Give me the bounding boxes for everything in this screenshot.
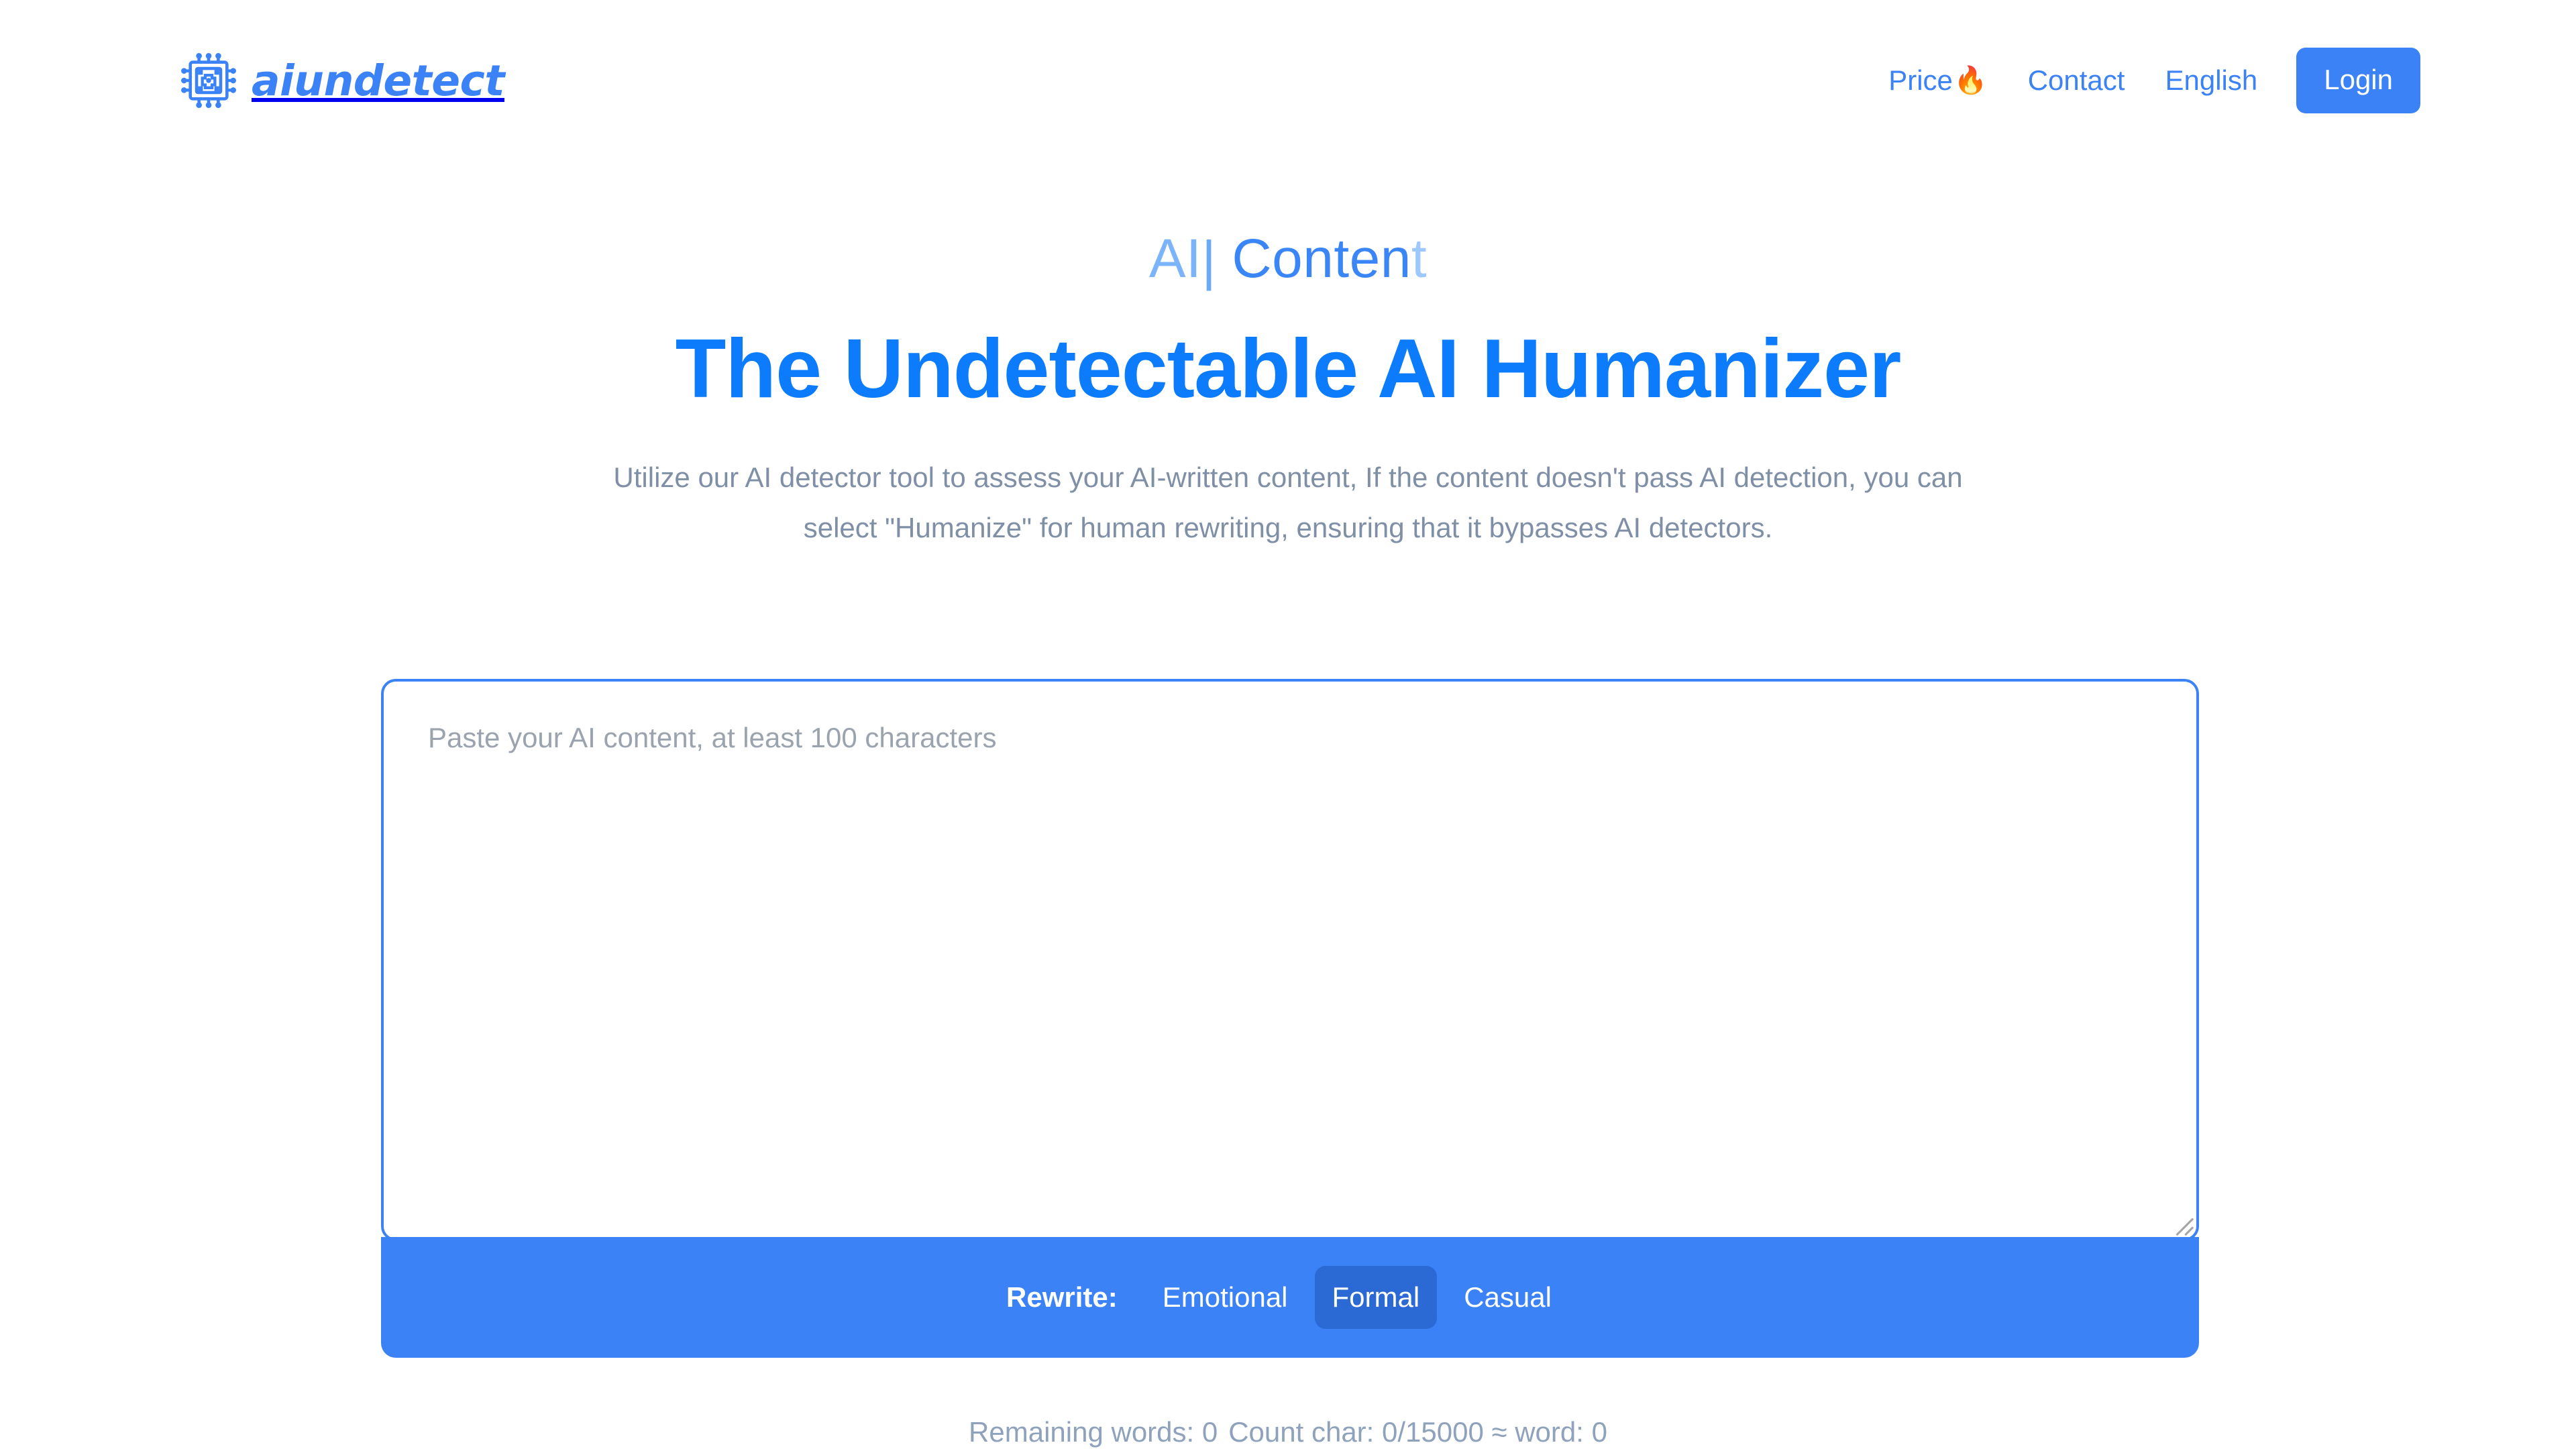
brand-logo[interactable]: aiundetect xyxy=(178,47,504,114)
main-nav: Price 🔥 Contact English Login xyxy=(1888,48,2420,113)
hero-subtitle-line1: Utilize our AI detector tool to assess y… xyxy=(613,461,1726,493)
hero-subtitle: Utilize our AI detector tool to assess y… xyxy=(574,453,2002,553)
remaining-words-text: Remaining words: 0 xyxy=(969,1416,1218,1448)
site-header: aiundetect Price 🔥 Contact English Login xyxy=(0,0,2576,161)
brand-name: aiundetect xyxy=(252,56,504,105)
page-title: The Undetectable AI Humanizer xyxy=(675,323,1902,415)
login-button[interactable]: Login xyxy=(2296,48,2420,113)
tone-button-casual[interactable]: Casual xyxy=(1446,1266,1569,1329)
rewrite-label: Rewrite: xyxy=(1006,1281,1118,1313)
resize-handle-icon[interactable] xyxy=(2171,1214,2194,1236)
typing-caret: | xyxy=(1201,230,1217,291)
page-root: aiundetect Price 🔥 Contact English Login… xyxy=(0,0,2576,1449)
typing-part-c: t xyxy=(1411,228,1428,289)
tone-button-formal[interactable]: Formal xyxy=(1314,1266,1438,1329)
nav-item-price[interactable]: Price 🔥 xyxy=(1888,56,1988,105)
typing-part-a: AI xyxy=(1148,228,1202,289)
typing-headline: AI| Content xyxy=(0,228,2576,299)
nav-item-contact[interactable]: Contact xyxy=(2028,56,2125,105)
word-counter: Remaining words: 0 Count char: 0/15000 ≈ … xyxy=(0,1415,2576,1449)
nav-price-label: Price xyxy=(1888,64,1953,96)
char-count-text: Count char: 0/15000 ≈ word: 0 xyxy=(1228,1416,1607,1448)
fire-icon: 🔥 xyxy=(1953,65,1988,96)
rewrite-toolbar: Rewrite: Emotional Formal Casual xyxy=(381,1237,2199,1358)
typing-part-b: Conten xyxy=(1216,228,1411,289)
chip-icon xyxy=(181,53,236,108)
nav-item-language[interactable]: English xyxy=(2165,56,2257,105)
tone-button-emotional[interactable]: Emotional xyxy=(1145,1266,1305,1329)
ai-content-textarea[interactable]: Paste your AI content, at least 100 char… xyxy=(381,679,2199,1241)
hero-section: AI| Content The Undetectable AI Humanize… xyxy=(0,228,2576,553)
textarea-placeholder: Paste your AI content, at least 100 char… xyxy=(428,722,997,753)
editor-panel: Paste your AI content, at least 100 char… xyxy=(381,679,2199,1358)
